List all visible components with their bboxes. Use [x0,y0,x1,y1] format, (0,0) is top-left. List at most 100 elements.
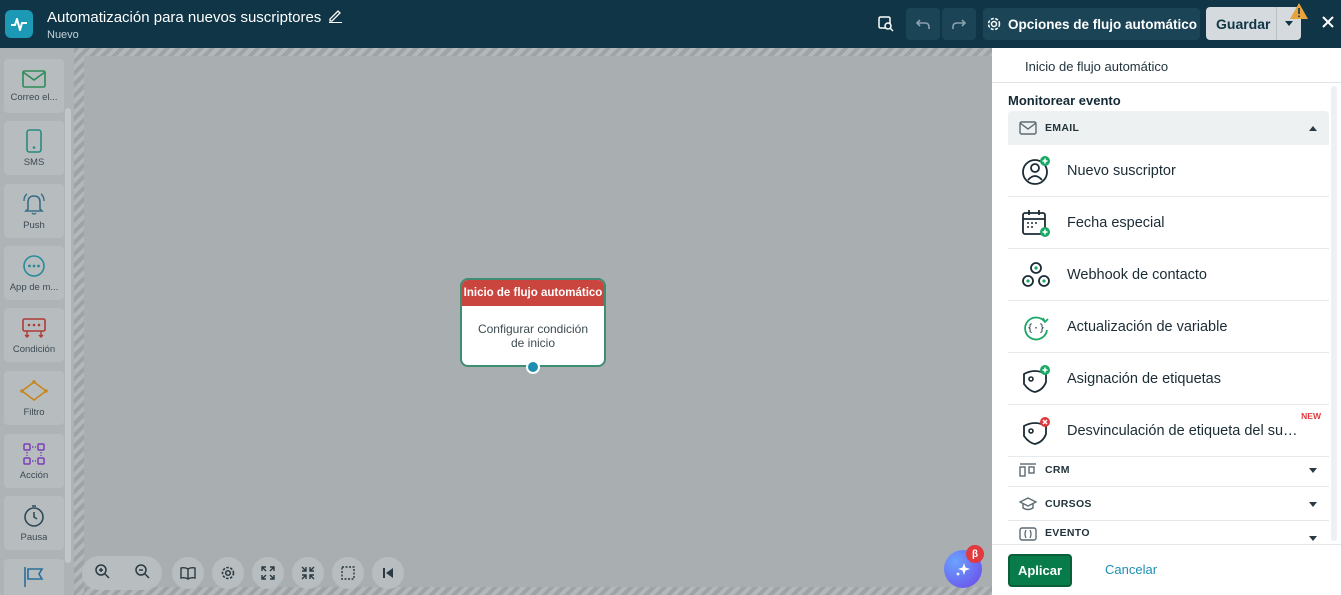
crm-icon [1019,462,1037,477]
palette-item-label: Pausa [20,531,48,543]
section-crm[interactable]: CRM [1008,453,1329,487]
palette-item-sms[interactable]: SMS [4,121,64,175]
zoom-in-icon[interactable] [94,563,110,584]
palette-item-email[interactable]: Correo el... [4,59,64,113]
variable-icon: {·} [1021,312,1051,342]
section-cursos[interactable]: CURSOS [1008,487,1329,521]
palette-item-label: Acción [19,469,49,481]
zoom-out-icon[interactable] [134,563,150,584]
select-area-icon[interactable] [332,557,364,589]
close-icon[interactable] [1316,10,1340,34]
redo-icon [952,19,967,29]
undo-button[interactable] [906,8,940,40]
webhook-icon [1021,260,1051,290]
palette-item-condition[interactable]: Condición [4,308,64,362]
flag-icon [24,567,44,587]
start-node-title: Inicio de flujo automático [462,280,604,306]
phone-icon [26,128,42,153]
tag-add-icon [1021,364,1051,394]
event-label: Fecha especial [1067,214,1165,231]
clock-icon [24,504,44,527]
event-item[interactable]: {·} Actualización de variable [1008,301,1329,353]
start-node-body: Configurar condición de inicio [477,322,589,350]
palette-item-label: Push [23,219,45,231]
chat-bubble-icon [23,254,45,277]
beta-badge: β [966,545,984,563]
palette-item-label: Correo el... [10,91,58,103]
gear-icon [987,17,1001,31]
palette-scrollbar[interactable] [65,108,71,563]
svg-text:{·}: {·} [1027,323,1045,334]
action-icon [23,442,45,465]
workflow-options-button[interactable]: Opciones de flujo automático [983,8,1200,40]
panel-title: Inicio de flujo automático [992,48,1341,83]
section-evento-label: EVENTO [1045,527,1090,539]
search-flow-icon[interactable] [872,9,900,39]
event-label: Webhook de contacto [1067,266,1207,283]
palette-item-label: Condición [12,343,56,355]
palette-item-label: SMS [23,156,45,168]
workflow-canvas[interactable]: Inicio de flujo automático Configurar co… [74,48,992,595]
palette-item-filter[interactable]: Filtro [4,371,64,425]
warning-icon[interactable] [1289,2,1309,25]
calendar-icon [1021,208,1051,238]
collapse-icon[interactable] [292,557,324,589]
envelope-icon [1019,121,1037,135]
node-connector[interactable] [526,360,540,374]
settings-panel: Inicio de flujo automático Monitorear ev… [992,48,1341,595]
element-palette: Correo el... SMS Push App de m... Condic… [0,48,74,595]
save-button-group: Guardar [1206,7,1301,40]
palette-item-goal[interactable] [4,559,64,595]
event-item[interactable]: Fecha especial [1008,197,1329,249]
section-crm-label: CRM [1045,463,1070,476]
tag-remove-icon [1021,416,1051,446]
chevron-up-icon [1309,123,1317,135]
app-logo-icon[interactable] [5,10,33,38]
expand-icon[interactable] [252,557,284,589]
event-label: Asignación de etiquetas [1067,370,1221,387]
workflow-options-label: Opciones de flujo automático [1007,16,1198,32]
apply-button[interactable]: Aplicar [1008,554,1072,587]
panel-footer: Aplicar Cancelar [992,544,1341,595]
chevron-down-icon [1309,465,1317,477]
filter-icon [20,379,48,401]
sparkle-icon [956,563,970,576]
panel-scrollbar[interactable] [1331,86,1337,541]
top-bar: Automatización para nuevos suscriptores … [0,0,1341,48]
envelope-icon [22,69,46,88]
redo-button[interactable] [942,8,976,40]
event-label: Actualización de variable [1067,318,1228,335]
palette-item-messenger[interactable]: App de m... [4,246,64,300]
palette-item-label: App de m... [9,281,59,293]
pencil-icon[interactable] [327,7,343,27]
event-label: Nuevo suscriptor [1067,162,1176,179]
monitor-event-label: Monitorear evento [1008,93,1121,108]
palette-item-pause[interactable]: Pausa [4,496,64,550]
chevron-down-icon [1309,499,1317,511]
section-email-label: EMAIL [1045,122,1080,134]
palette-item-action[interactable]: Acción [4,434,64,488]
event-label: Desvinculación de etiqueta del suscripto… [1067,422,1302,439]
guide-book-icon[interactable] [172,557,204,589]
undo-icon [915,19,930,29]
cancel-button[interactable]: Cancelar [1105,562,1157,577]
event-item[interactable]: Nuevo suscriptor [1008,145,1329,197]
section-email[interactable]: EMAIL [1008,111,1329,145]
palette-item-push[interactable]: Push [4,184,64,238]
new-badge: NEW [1301,411,1321,421]
start-node[interactable]: Inicio de flujo automático Configurar co… [460,278,606,374]
section-evento[interactable]: EVENTO [1008,521,1329,545]
go-to-start-icon[interactable] [372,557,404,589]
graduation-cap-icon [1019,496,1037,511]
workflow-title[interactable]: Automatización para nuevos suscriptores [47,7,343,27]
zoom-group [82,556,162,590]
event-bracket-icon [1019,527,1037,541]
event-item[interactable]: Desvinculación de etiqueta del suscripto… [1008,405,1329,457]
section-cursos-label: CURSOS [1045,497,1092,510]
event-item[interactable]: Asignación de etiquetas [1008,353,1329,405]
settings-icon[interactable] [212,557,244,589]
palette-item-label: Filtro [23,406,45,418]
event-item[interactable]: Webhook de contacto [1008,249,1329,301]
canvas-tools [172,557,404,589]
save-button[interactable]: Guardar [1206,16,1276,32]
